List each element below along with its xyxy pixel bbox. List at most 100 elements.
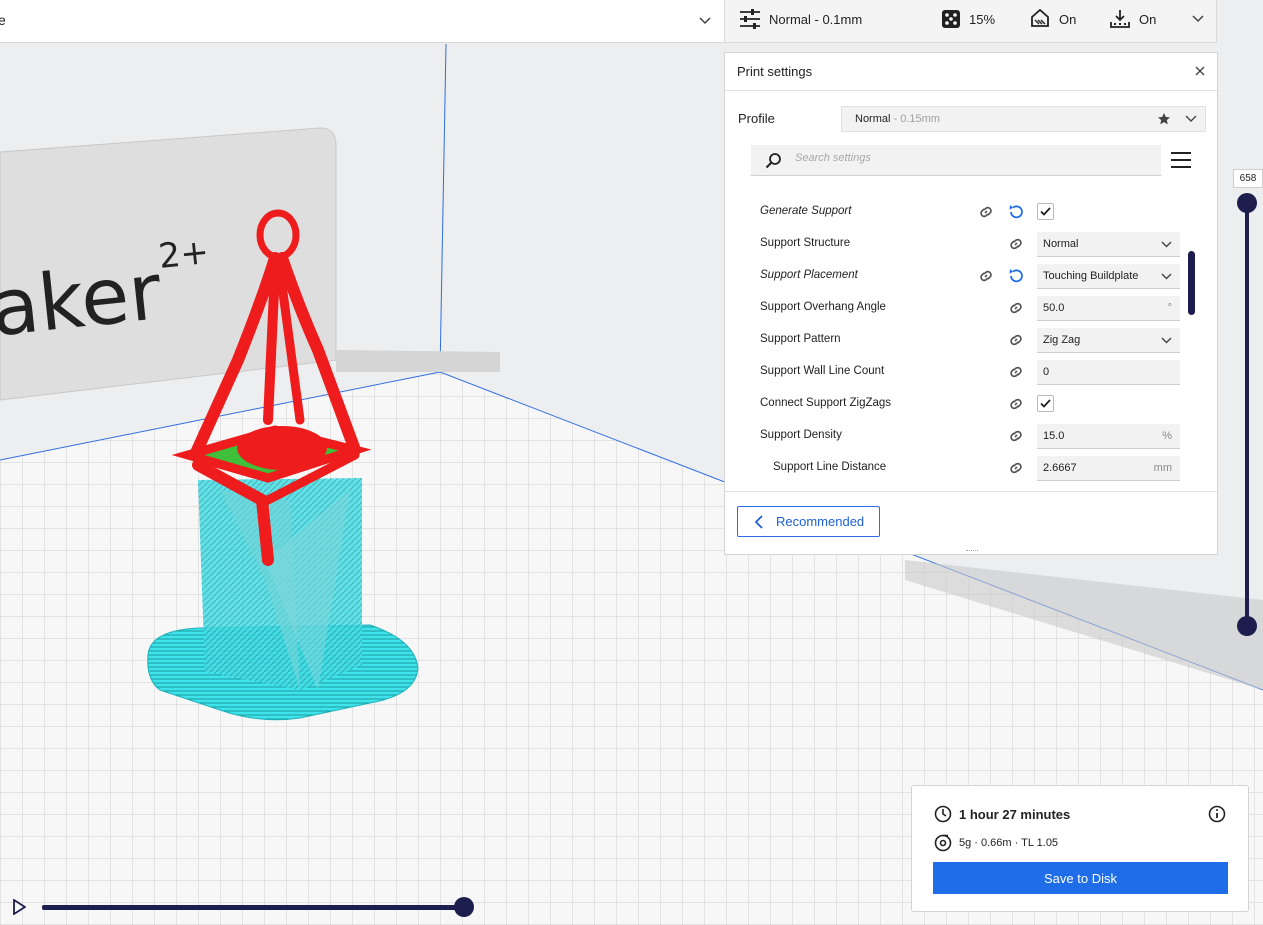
print-settings-panel: Print settings Profile Normal - 0.15mm G… xyxy=(724,52,1218,555)
reset-icon[interactable] xyxy=(1007,267,1025,290)
link-icon[interactable] xyxy=(1007,459,1025,482)
setting-dropdown[interactable]: Touching Buildplate xyxy=(1037,264,1180,289)
setting-label: Generate Support xyxy=(760,205,852,217)
chevron-down-icon xyxy=(1161,271,1172,285)
print-setup-bar[interactable]: Normal - 0.1mm 15% On On xyxy=(724,0,1217,43)
link-icon[interactable] xyxy=(1007,427,1025,450)
sliders-icon xyxy=(740,9,760,29)
search-icon xyxy=(765,153,781,169)
setting-value: Touching Buildplate xyxy=(1043,270,1139,282)
panel-header: Print settings xyxy=(725,53,1217,91)
material-usage: 5g · 0.66m · TL 1.05 xyxy=(959,837,1059,849)
clock-icon xyxy=(934,805,952,823)
profile-name: Normal - 0.15mm xyxy=(855,113,940,125)
chevron-down-icon xyxy=(1161,239,1172,253)
settings-scrollbar[interactable] xyxy=(1188,251,1195,315)
setting-unit: mm xyxy=(1153,462,1172,474)
link-icon[interactable] xyxy=(1007,299,1025,322)
support-icon xyxy=(1031,8,1049,27)
layer-slider-track[interactable] xyxy=(1245,202,1249,626)
adhesion-label: On xyxy=(1139,11,1157,27)
link-icon[interactable] xyxy=(1007,395,1025,418)
brand-sup: 2+ xyxy=(157,232,211,277)
settings-list[interactable]: Generate Support Support Structure Normal S… xyxy=(725,196,1185,491)
resize-grip[interactable] xyxy=(966,550,978,553)
simulation-slider-track[interactable] xyxy=(42,905,465,910)
setting-row-connect-support-zigzags: Connect Support ZigZags xyxy=(725,388,1185,420)
file-name: e xyxy=(0,12,6,28)
layer-number-badge[interactable]: 658 xyxy=(1233,169,1263,188)
simulation-slider-handle[interactable] xyxy=(454,897,474,917)
setting-value: 2.6667 xyxy=(1043,462,1077,474)
play-icon[interactable] xyxy=(12,899,26,915)
save-to-disk-button[interactable]: Save to Disk xyxy=(933,862,1228,894)
print-quality-indicator[interactable]: Normal - 0.1mm xyxy=(739,6,862,32)
setting-label: Connect Support ZigZags xyxy=(760,397,892,409)
panel-title: Print settings xyxy=(737,64,813,79)
adhesion-indicator[interactable]: On xyxy=(1109,6,1156,32)
chevron-down-icon xyxy=(1185,115,1197,122)
chevron-down-icon xyxy=(1161,335,1172,349)
print-time: 1 hour 27 minutes xyxy=(959,807,1071,822)
setting-value: 50.0 xyxy=(1043,302,1065,314)
setting-label: Support Structure xyxy=(760,237,851,249)
print-estimate-panel: 1 hour 27 minutes 5g · 0.66m · TL 1.05 S… xyxy=(911,785,1249,912)
setting-checkbox[interactable] xyxy=(1037,395,1054,412)
star-icon[interactable] xyxy=(1157,112,1171,126)
link-icon[interactable] xyxy=(977,203,995,226)
setting-row-support-line-distance: Support Line Distance 2.6667 mm xyxy=(725,452,1185,484)
setting-row-support-pattern: Support Pattern Zig Zag xyxy=(725,324,1185,356)
setting-checkbox[interactable] xyxy=(1037,203,1054,220)
link-icon[interactable] xyxy=(1007,331,1025,354)
info-icon[interactable] xyxy=(1208,805,1226,823)
close-icon[interactable] xyxy=(1193,64,1207,78)
setting-dropdown[interactable]: Zig Zag xyxy=(1037,328,1180,353)
profile-label: Profile xyxy=(738,111,775,126)
search-settings[interactable] xyxy=(751,145,1161,176)
recommended-button[interactable]: Recommended xyxy=(737,506,880,537)
setting-row-support-structure: Support Structure Normal xyxy=(725,228,1185,260)
print-quality-label: Normal - 0.1mm xyxy=(769,11,863,27)
file-selector[interactable]: e xyxy=(0,0,724,43)
setting-value: 0 xyxy=(1043,366,1050,378)
search-input[interactable] xyxy=(795,152,1135,164)
setting-label: Support Placement xyxy=(760,269,858,281)
setting-input[interactable]: 0 xyxy=(1037,360,1180,385)
brand-text: aker xyxy=(0,247,166,354)
setting-unit: % xyxy=(1162,430,1172,442)
setting-label: Support Wall Line Count xyxy=(760,365,885,377)
setting-value: 15.0 xyxy=(1043,430,1065,442)
infill-icon xyxy=(942,10,960,28)
setting-row-support-density: Support Density 15.0% xyxy=(725,420,1185,452)
link-icon[interactable] xyxy=(1007,363,1025,386)
setting-input[interactable]: 2.6667 mm xyxy=(1037,456,1180,481)
setting-row-support-overhang-angle: Support Overhang Angle 50.0 ° xyxy=(725,292,1185,324)
hamburger-menu-icon[interactable] xyxy=(1171,151,1191,169)
setting-row-support-wall-line-count: Support Wall Line Count 0 xyxy=(725,356,1185,388)
recommended-label: Recommended xyxy=(776,514,865,529)
infill-indicator[interactable]: 15% xyxy=(941,6,995,32)
setting-label: Support Density xyxy=(760,429,842,441)
setting-value: Normal xyxy=(1043,238,1079,250)
setting-row-generate-support: Generate Support xyxy=(725,196,1185,228)
setting-input[interactable]: 15.0% xyxy=(1037,424,1180,449)
chevron-down-icon[interactable] xyxy=(1191,12,1205,26)
support-label: On xyxy=(1059,11,1077,27)
setting-row-support-placement: Support Placement Touching Buildplate xyxy=(725,260,1185,292)
setting-input[interactable]: 50.0 ° xyxy=(1037,296,1180,321)
profile-dropdown[interactable]: Normal - 0.15mm xyxy=(841,106,1206,132)
reset-icon[interactable] xyxy=(1007,203,1025,226)
layer-slider-top-handle[interactable] xyxy=(1237,193,1257,213)
layer-slider-bottom-handle[interactable] xyxy=(1237,616,1257,636)
setting-label: Support Line Distance xyxy=(773,461,887,473)
adhesion-icon xyxy=(1110,10,1130,28)
link-icon[interactable] xyxy=(1007,235,1025,258)
spool-icon xyxy=(934,834,952,852)
infill-label: 15% xyxy=(969,11,996,27)
panel-footer: Recommended xyxy=(725,491,1217,555)
setting-value: Zig Zag xyxy=(1043,334,1081,346)
setting-label: Support Overhang Angle xyxy=(760,301,886,313)
setting-dropdown[interactable]: Normal xyxy=(1037,232,1180,257)
support-indicator[interactable]: On xyxy=(1029,6,1076,32)
link-icon[interactable] xyxy=(977,267,995,290)
